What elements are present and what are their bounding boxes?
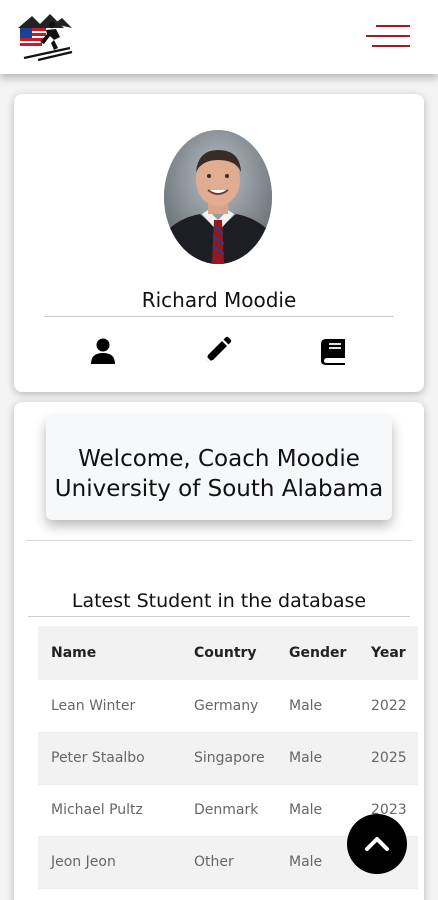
title-divider bbox=[28, 616, 410, 617]
cell-name: Michael Pultz bbox=[38, 784, 181, 837]
cell-year: 2022 bbox=[358, 680, 418, 733]
hamburger-menu-icon[interactable] bbox=[364, 22, 410, 50]
cell-country: Singapore bbox=[181, 732, 276, 785]
scroll-to-top-button[interactable] bbox=[347, 814, 407, 874]
profile-name: Richard Moodie bbox=[141, 288, 297, 312]
cell-country: Other bbox=[181, 836, 276, 889]
table-row[interactable]: Peter Staalbo Singapore Male 2025 bbox=[38, 732, 418, 785]
cell-gender: Male bbox=[276, 784, 358, 837]
column-header-name[interactable]: Name bbox=[38, 626, 181, 680]
section-divider bbox=[26, 540, 412, 541]
cell-name: Lean Winter bbox=[38, 680, 181, 733]
top-navbar bbox=[0, 0, 438, 74]
welcome-university: University of South Alabama bbox=[54, 476, 384, 502]
profile-divider bbox=[44, 316, 394, 317]
column-header-year[interactable]: Year bbox=[358, 626, 418, 680]
pencil-icon[interactable] bbox=[202, 336, 232, 366]
cell-gender: Male bbox=[276, 836, 358, 889]
book-icon[interactable] bbox=[318, 336, 348, 366]
column-header-gender[interactable]: Gender bbox=[276, 626, 358, 680]
welcome-banner: Welcome, Coach Moodie University of Sout… bbox=[46, 416, 392, 520]
cell-country: Germany bbox=[181, 680, 276, 733]
cell-name: Jeon Jeon bbox=[38, 836, 181, 889]
profile-photo bbox=[164, 130, 272, 264]
cell-gender: Male bbox=[276, 680, 358, 733]
cell-name: Peter Staalbo bbox=[38, 732, 181, 785]
profile-card: Richard Moodie bbox=[14, 94, 424, 392]
user-icon[interactable] bbox=[88, 336, 118, 366]
table-row[interactable]: Lean Winter Germany Male 2022 bbox=[38, 680, 418, 733]
column-header-country[interactable]: Country bbox=[181, 626, 276, 680]
chevron-up-icon bbox=[365, 837, 389, 851]
cell-year: 2025 bbox=[358, 732, 418, 785]
cell-country: Denmark bbox=[181, 784, 276, 837]
skier-flag-logo[interactable] bbox=[16, 10, 74, 64]
students-section-title: Latest Student in the database bbox=[71, 590, 367, 612]
cell-gender: Male bbox=[276, 732, 358, 785]
table-header-row: Name Country Gender Year bbox=[38, 626, 418, 680]
welcome-greeting: Welcome, Coach Moodie bbox=[78, 446, 360, 472]
